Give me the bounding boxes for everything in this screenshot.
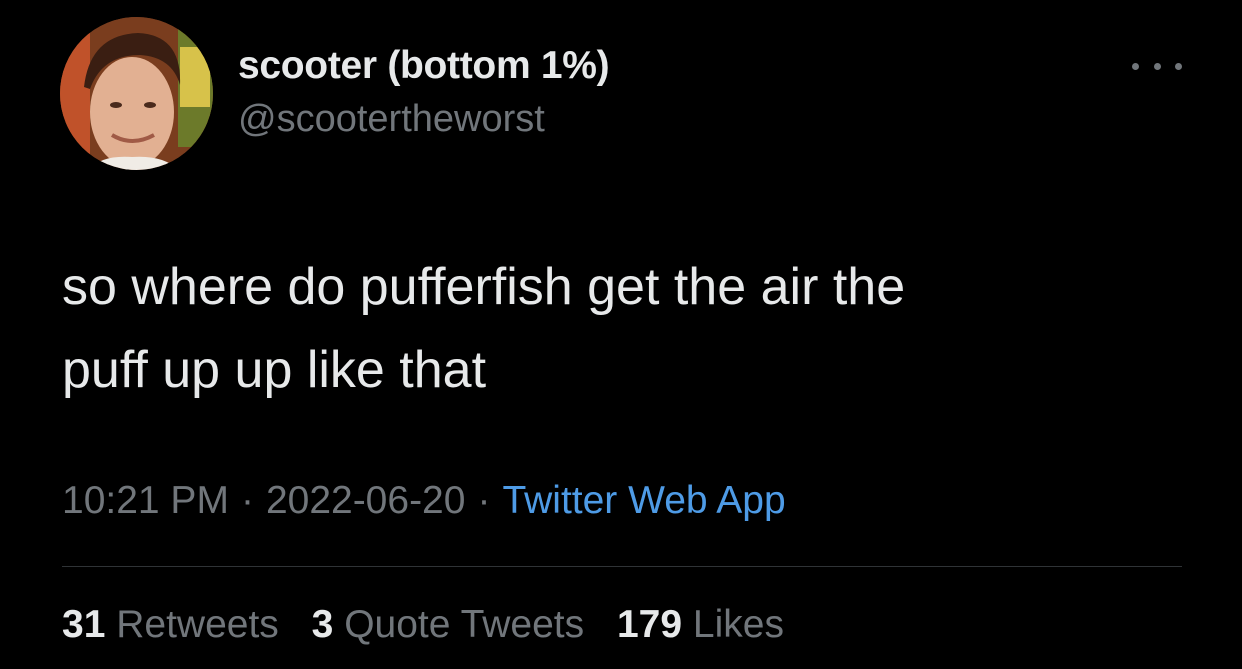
tweet-stats: 31 Retweets 3 Quote Tweets 179 Likes <box>62 603 806 647</box>
dot <box>1153 62 1161 70</box>
quote-tweets-label: Quote Tweets <box>344 603 585 646</box>
tweet-metadata: 10:21 PM · 2022-06-20 · Twitter Web App <box>62 479 786 523</box>
likes-count: 179 <box>616 603 683 646</box>
avatar[interactable] <box>60 17 213 170</box>
tweet-time[interactable]: 10:21 PM <box>62 479 229 522</box>
separator: · <box>477 479 491 522</box>
tweet-text-line: so where do pufferfish get the air the <box>62 258 906 316</box>
profile-photo-icon <box>60 17 213 170</box>
likes-label: Likes <box>692 603 784 646</box>
divider <box>62 566 1182 567</box>
retweets-count: 31 <box>62 603 106 646</box>
user-handle[interactable]: @scootertheworst <box>238 98 545 141</box>
tweet-date[interactable]: 2022-06-20 <box>266 479 466 522</box>
retweets-stat[interactable]: 31 Retweets <box>62 603 279 646</box>
likes-stat[interactable]: 179 Likes <box>617 603 784 646</box>
more-dots-icon[interactable] <box>1132 56 1182 76</box>
tweet-source-link[interactable]: Twitter Web App <box>502 479 785 522</box>
separator: · <box>240 479 254 522</box>
dot <box>1175 62 1182 70</box>
retweets-label: Retweets <box>116 603 279 646</box>
tweet-text-line: puff up up like that <box>62 341 487 399</box>
quote-tweets-count: 3 <box>311 603 334 646</box>
quote-tweets-stat[interactable]: 3 Quote Tweets <box>312 603 584 646</box>
dot <box>1132 62 1139 70</box>
tweet-text: so where do pufferfish get the air the p… <box>62 246 1172 412</box>
display-name[interactable]: scooter (bottom 1%) <box>238 44 610 88</box>
tweet-card: scooter (bottom 1%) @scootertheworst so … <box>0 0 1242 669</box>
